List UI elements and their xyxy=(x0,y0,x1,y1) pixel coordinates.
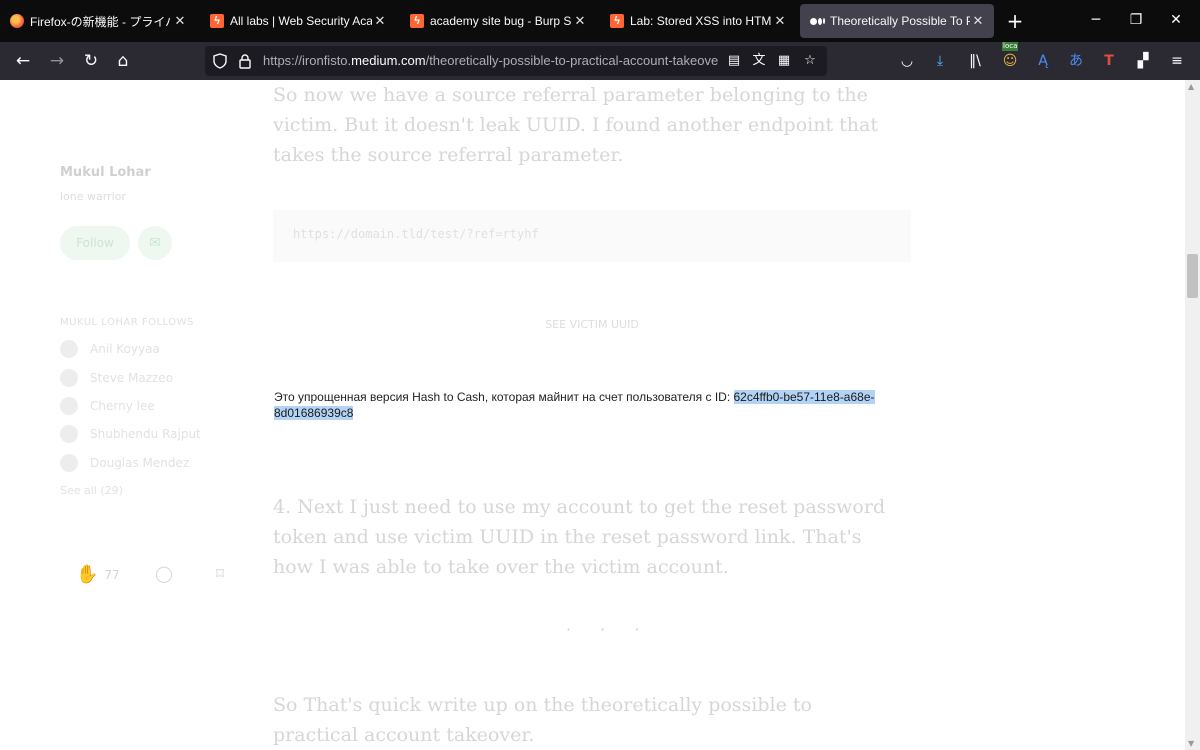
image-caption: SEE VICTIM UUID xyxy=(545,318,639,331)
article-paragraph: So That's quick write up on the theoreti… xyxy=(273,694,812,746)
library-icon[interactable]: ‖\ xyxy=(965,51,985,71)
followed-user[interactable]: Shubhendu Rajput xyxy=(60,424,201,444)
follow-button[interactable]: Follow xyxy=(60,226,130,260)
close-icon[interactable]: ✕ xyxy=(772,13,788,29)
author-name[interactable]: Mukul Lohar xyxy=(60,165,151,180)
qr-code-icon[interactable]: ▦ xyxy=(775,52,793,70)
forward-icon[interactable]: → xyxy=(46,50,68,72)
close-icon[interactable]: ✕ xyxy=(970,13,986,29)
back-icon[interactable]: ← xyxy=(12,50,34,72)
code-text: https://domain.tld/test/?ref=rtyhf xyxy=(293,227,539,241)
scrollbar-thumb[interactable] xyxy=(1187,254,1198,298)
downloads-icon[interactable]: ⤓ xyxy=(930,51,950,71)
author-bio: lone warrior xyxy=(60,190,126,203)
portswigger-icon: ϟ xyxy=(410,14,424,28)
tracking-protection-shield-icon[interactable] xyxy=(213,53,227,69)
bookmark-icon[interactable]: ⌑ xyxy=(210,564,230,584)
firefox-icon xyxy=(10,14,24,28)
article-paragraph: 4. Next I just need to use my account to… xyxy=(273,496,886,578)
tab-stored-xss-lab[interactable]: ϟ Lab: Stored XSS into HTML co ✕ xyxy=(600,4,796,38)
followed-user-name: Shubhendu Rajput xyxy=(90,427,201,441)
screenshot-text: Это упрощенная версия Hash to Cash, кото… xyxy=(274,389,904,421)
tab-title: Lab: Stored XSS into HTML co xyxy=(630,14,772,28)
tab-title: Theoretically Possible To Practical xyxy=(830,14,970,28)
url-host: medium.com xyxy=(351,53,426,68)
lock-icon[interactable] xyxy=(238,53,252,69)
followed-user[interactable]: Douglas Mendez xyxy=(60,453,189,473)
avatar xyxy=(60,454,78,472)
tab-all-labs[interactable]: ϟ All labs | Web Security Academy ✕ xyxy=(200,4,396,38)
tab-title: All labs | Web Security Academy xyxy=(230,14,372,28)
url-bar[interactable]: https://ironfisto.medium.com/theoretical… xyxy=(205,46,827,76)
avatar xyxy=(60,397,78,415)
translate-page-icon[interactable]: 文 xyxy=(750,52,768,70)
tab-title: Firefox-の新機能 - プライバシー保 xyxy=(30,14,172,29)
subscribe-mail-icon[interactable]: ✉ xyxy=(138,226,172,260)
portswigger-icon: ϟ xyxy=(610,14,624,28)
clap-button[interactable]: ✋ 77 xyxy=(76,564,120,585)
comment-icon[interactable]: ◯ xyxy=(154,564,174,584)
tab-academy-bug[interactable]: ϟ academy site bug - Burp Suite ✕ xyxy=(400,4,596,38)
close-icon[interactable]: ✕ xyxy=(572,13,588,29)
reload-icon[interactable]: ↻ xyxy=(80,50,102,72)
url-text[interactable]: https://ironfisto.medium.com/theoretical… xyxy=(263,53,718,71)
followed-user-name: Douglas Mendez xyxy=(90,456,190,470)
url-path: /theoretically-possible-to-practical-acc… xyxy=(425,53,718,68)
url-prefix: https://ironfisto. xyxy=(263,53,352,68)
portswigger-icon: ϟ xyxy=(210,14,224,28)
bookmark-star-icon[interactable]: ☆ xyxy=(801,52,819,70)
page-content: Mukul Lohar lone warrior Follow ✉ MUKUL … xyxy=(0,80,1185,750)
menu-icon[interactable]: ≡ xyxy=(1167,51,1187,71)
scroll-up-arrow-icon[interactable]: ▲ xyxy=(1188,82,1194,91)
navigation-toolbar: ← → ↻ ⌂ https://ironfisto.medium.com/the… xyxy=(0,42,1200,80)
followed-user[interactable]: Cherny lee xyxy=(60,396,155,416)
avatar xyxy=(60,369,78,387)
translate-extension-icon[interactable]: Ą xyxy=(1033,51,1053,71)
close-icon[interactable]: ✕ xyxy=(372,13,388,29)
vertical-scrollbar[interactable]: ▲ ▼ xyxy=(1185,80,1200,750)
followed-user[interactable]: Steve Mazzeo xyxy=(60,368,173,388)
new-tab-button[interactable]: + xyxy=(1004,10,1026,32)
follows-heading: MUKUL LOHAR FOLLOWS xyxy=(60,317,194,328)
article-paragraph: So now we have a source referral paramet… xyxy=(273,84,878,166)
reader-view-icon[interactable]: ▤ xyxy=(725,52,743,70)
localcdn-extension-icon[interactable]: ☺ loca xyxy=(1000,42,1020,71)
extension-badge: loca xyxy=(1002,42,1019,51)
followed-user[interactable]: Anil Koyyaa xyxy=(60,339,160,359)
avatar xyxy=(60,425,78,443)
minimize-icon[interactable]: ─ xyxy=(1086,10,1106,30)
see-all-link[interactable]: See all (29) xyxy=(60,484,123,497)
scroll-down-arrow-icon[interactable]: ▼ xyxy=(1188,739,1194,748)
code-block: https://domain.tld/test/?ref=rtyhf xyxy=(273,210,911,262)
screenshot-text-prefix: Это упрощенная версия Hash to Cash, кото… xyxy=(274,390,734,404)
section-divider: · · · xyxy=(566,620,652,639)
followed-user-name: Cherny lee xyxy=(90,399,155,413)
medium-icon xyxy=(809,14,825,28)
avatar xyxy=(60,340,78,358)
clap-count: 77 xyxy=(104,567,120,582)
tab-firefox-whats-new[interactable]: Firefox-の新機能 - プライバシー保 ✕ xyxy=(0,4,196,38)
tab-strip: Firefox-の新機能 - プライバシー保 ✕ ϟ All labs | We… xyxy=(0,0,1200,42)
tab-medium-article[interactable]: Theoretically Possible To Practical ✕ xyxy=(800,4,994,38)
pocket-icon[interactable]: ◡ xyxy=(897,51,917,71)
restore-icon[interactable]: ❐ xyxy=(1126,10,1146,30)
extensions-icon[interactable]: ▞ xyxy=(1133,51,1153,71)
language-extension-icon[interactable]: あ xyxy=(1066,51,1086,71)
home-icon[interactable]: ⌂ xyxy=(112,50,134,72)
window-close-icon[interactable]: ✕ xyxy=(1166,10,1186,30)
followed-user-name: Anil Koyyaa xyxy=(90,342,160,356)
followed-user-name: Steve Mazzeo xyxy=(90,371,174,385)
clap-icon: ✋ xyxy=(76,564,99,585)
close-icon[interactable]: ✕ xyxy=(172,13,188,29)
t-extension-icon[interactable]: T xyxy=(1099,51,1119,71)
tab-title: academy site bug - Burp Suite xyxy=(430,14,572,28)
